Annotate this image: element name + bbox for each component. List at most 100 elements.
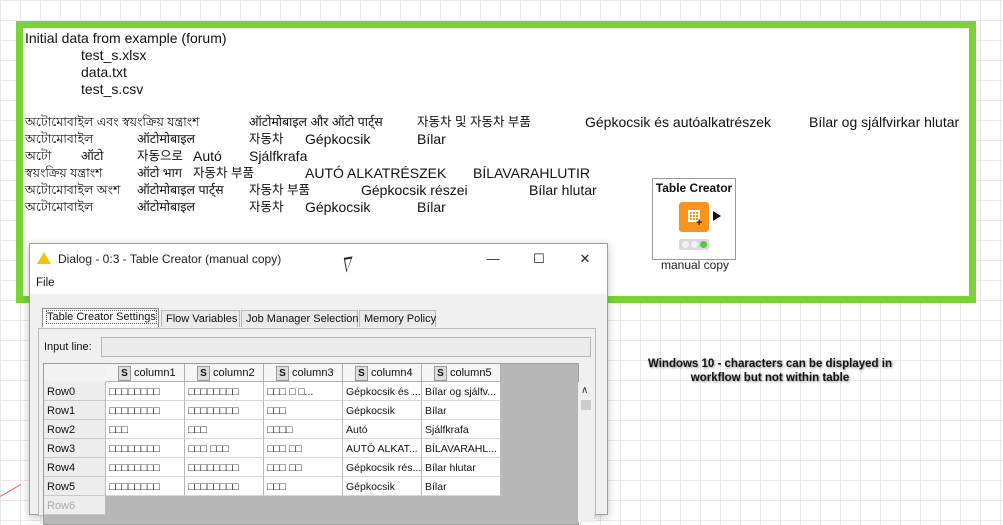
row-header[interactable]: Row6 <box>44 496 106 515</box>
column-header[interactable]: Scolumn2 <box>185 364 264 382</box>
table-cell[interactable]: □□□ □□ <box>264 439 343 458</box>
annotation-text: 자동차 <box>249 132 284 146</box>
annotation-title: Initial data from example (forum) <box>25 30 227 46</box>
table-cell[interactable]: □□□□□□□□ <box>106 477 185 496</box>
table-cell[interactable]: □□□ □ □... <box>264 382 343 401</box>
table-cell[interactable]: □□□ <box>106 420 185 439</box>
annotation-text: অটো <box>25 149 52 163</box>
warning-icon <box>37 252 51 264</box>
annotation-text: Gépkocsik részei <box>361 182 468 198</box>
table-cell[interactable]: □□□□□□□□ <box>106 439 185 458</box>
table-cell[interactable]: □□□ <box>264 401 343 420</box>
string-type-icon: S <box>197 366 210 381</box>
table-cell[interactable]: □□□□ <box>264 420 343 439</box>
annotation-text: ऑटोमोबाइल <box>137 200 196 214</box>
table-cell[interactable]: Gépkocsik <box>343 477 422 496</box>
table-cell[interactable]: Bílar og sjálfv... <box>422 382 501 401</box>
scroll-thumb[interactable] <box>581 400 591 410</box>
table-cell[interactable]: □□□□□□□□ <box>106 382 185 401</box>
annotation-text: 자동차 및 자동차 부품 <box>417 115 531 129</box>
table-cell[interactable]: □□□ <box>264 477 343 496</box>
output-port-icon[interactable] <box>713 211 721 221</box>
string-type-icon: S <box>355 366 368 381</box>
connection-line <box>0 484 22 497</box>
annotation-text: ऑटोमोबाइल <box>137 132 196 146</box>
table-cell[interactable]: Gépkocsik és ... <box>343 382 422 401</box>
annotation-text: ऑटो भाग <box>137 166 182 180</box>
vertical-scrollbar[interactable]: ∧ <box>578 382 594 522</box>
annotation-text: অটোমোবাইল <box>25 200 94 214</box>
column-header[interactable]: Scolumn5 <box>422 364 501 382</box>
table-cell[interactable]: □□□ <box>185 420 264 439</box>
dialog-window[interactable]: Dialog - 0:3 - Table Creator (manual cop… <box>29 243 608 525</box>
annotation-text: Bílar og sjálfvirkar hlutar <box>809 114 960 130</box>
dialog-title: Dialog - 0:3 - Table Creator (manual cop… <box>58 252 282 266</box>
tab-label: Table Creator Settings <box>46 310 157 324</box>
tab-memory-policy[interactable]: Memory Policy <box>359 310 436 327</box>
annotation-text: 자동차 <box>249 200 284 214</box>
tab-job-manager-selection[interactable]: Job Manager Selection <box>241 310 359 327</box>
annotation-text: Autó <box>193 148 222 164</box>
column-header[interactable]: Scolumn3 <box>264 364 343 382</box>
annotation-text: Sjálfkrafa <box>249 148 308 164</box>
table-creator-node[interactable]: Table Creator + <box>652 178 736 260</box>
table-cell[interactable]: □□□ □□ <box>264 458 343 477</box>
table-cell[interactable]: Bílar hlutar <box>422 458 501 477</box>
annotation-text: Bílar hlutar <box>529 182 597 198</box>
row-header[interactable]: Row2 <box>44 420 106 439</box>
annotation-text: Bílar <box>417 199 446 215</box>
table-cell[interactable]: AUTÓ ALKAT... <box>343 439 422 458</box>
table-cell[interactable]: BÍLAVARAHL... <box>422 439 501 458</box>
row-header[interactable]: Row5 <box>44 477 106 496</box>
maximize-button[interactable]: ☐ <box>524 249 554 269</box>
table-cell[interactable]: □□□ □□□ <box>185 439 264 458</box>
input-line-field[interactable] <box>101 337 591 357</box>
annotation-text: অটোমোবাইল <box>25 132 94 146</box>
row-header[interactable]: Row1 <box>44 401 106 420</box>
table-cell[interactable]: □□□□□□□□ <box>185 382 264 401</box>
annotation-text: 자동차 부품 <box>249 183 310 197</box>
table-cell[interactable]: Gépkocsik <box>343 401 422 420</box>
table-cell[interactable]: Sjálfkrafa <box>422 420 501 439</box>
table-cell[interactable]: □□□□□□□□ <box>185 401 264 420</box>
table-cell[interactable]: Gépkocsik rés... <box>343 458 422 477</box>
scroll-up-icon[interactable]: ∧ <box>581 385 588 396</box>
status-dot <box>700 241 707 248</box>
row-header[interactable]: Row3 <box>44 439 106 458</box>
table-cell[interactable]: □□□□□□□□ <box>185 477 264 496</box>
row-header[interactable]: Row4 <box>44 458 106 477</box>
close-button[interactable]: ✕ <box>570 249 600 269</box>
tab-table-creator-settings[interactable]: Table Creator Settings <box>42 308 159 327</box>
dialog-titlebar[interactable]: Dialog - 0:3 - Table Creator (manual cop… <box>30 244 607 274</box>
node-label[interactable]: manual copy <box>640 258 750 272</box>
table-cell[interactable]: Bílar <box>422 401 501 420</box>
table-cell[interactable]: □□□□□□□□ <box>185 458 264 477</box>
column-header[interactable]: Scolumn1 <box>106 364 185 382</box>
annotation-text: Gépkocsik <box>305 131 371 147</box>
annotation-text: Gépkocsik <box>305 199 371 215</box>
note-line: workflow but not within table <box>690 372 850 384</box>
string-type-icon: S <box>276 366 289 381</box>
annotation-text: ऑटोमोबाइल और ऑटो पार्ट्स <box>249 115 383 129</box>
annotation-text: Bílar <box>417 131 446 147</box>
column-name: column3 <box>292 367 334 379</box>
annotation-file: data.txt <box>81 64 127 80</box>
row-header[interactable]: Row0 <box>44 382 106 401</box>
column-header[interactable]: Scolumn4 <box>343 364 422 382</box>
table-cell[interactable]: □□□□□□□□ <box>106 401 185 420</box>
annotation-text: AUTÓ ALKATRÉSZEK <box>305 165 447 181</box>
menubar: File <box>30 274 607 294</box>
menu-file[interactable]: File <box>36 277 55 289</box>
data-table[interactable]: Scolumn1 Scolumn2 Scolumn3 Scolumn4 Scol… <box>43 363 594 525</box>
annotation-text: অটোমোবাইল এবং স্বয়ংক্রিয় যন্ত্রাংশ <box>25 115 200 129</box>
table-cell[interactable]: Autó <box>343 420 422 439</box>
tab-flow-variables[interactable]: Flow Variables <box>161 310 240 327</box>
string-type-icon: S <box>434 366 447 381</box>
table-cell[interactable]: □□□□□□□□ <box>106 458 185 477</box>
annotation-text: Gépkocsik és autóalkatrészek <box>585 114 771 130</box>
minimize-button[interactable]: — <box>478 249 508 269</box>
column-name: column5 <box>450 367 492 379</box>
status-dot <box>691 241 698 248</box>
table-cell[interactable]: Bílar <box>422 477 501 496</box>
table-creator-icon[interactable]: + <box>679 202 709 232</box>
